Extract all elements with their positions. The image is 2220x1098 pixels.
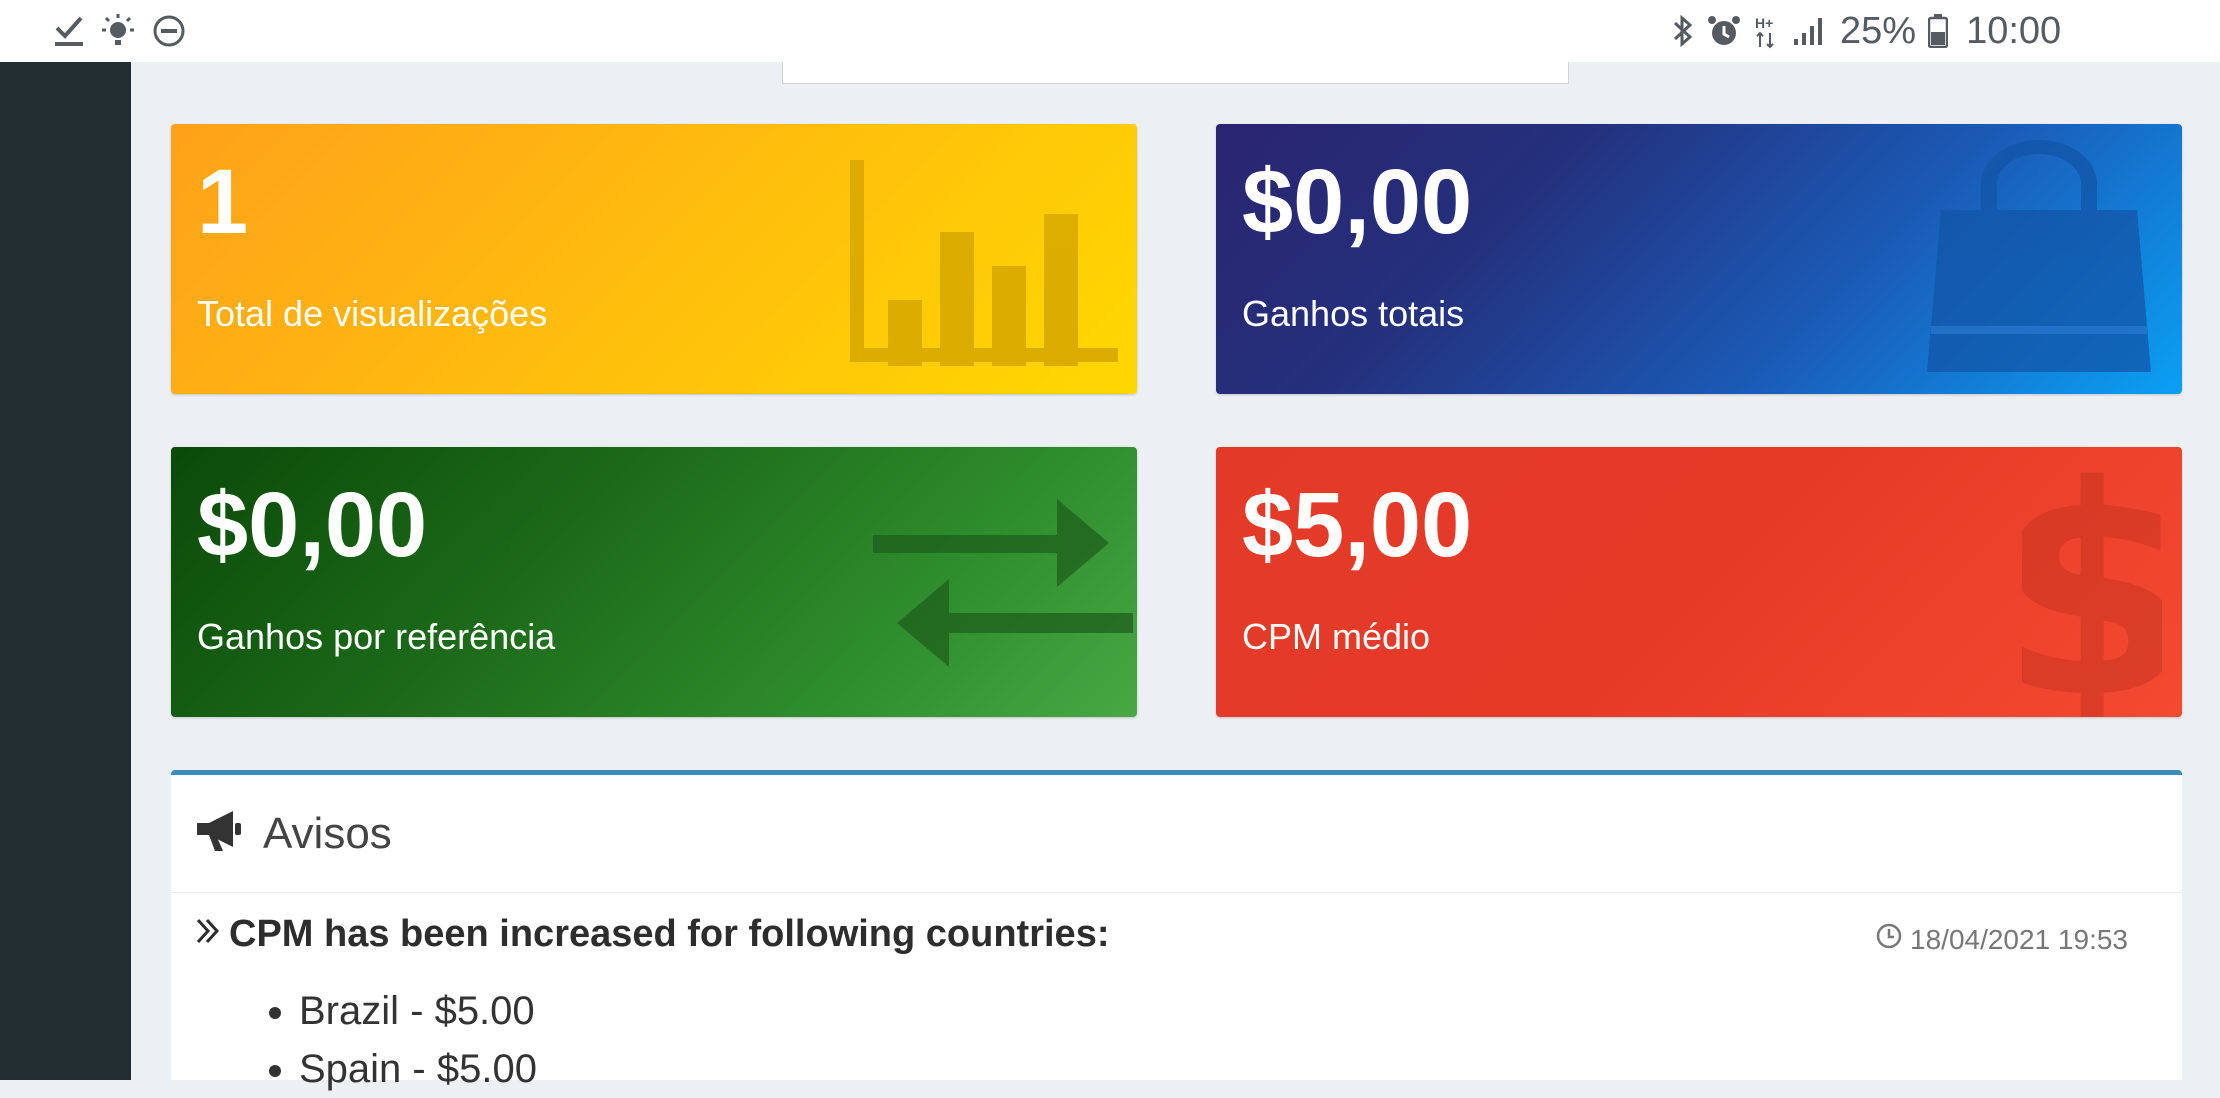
list-item: Brazil - $5.00 <box>299 982 2182 1040</box>
battery-icon <box>1928 14 1949 48</box>
notice-date-text: 18/04/2021 19:53 <box>1910 923 2128 955</box>
status-right-icons: H+ 25% 10:00 <box>1672 0 2061 62</box>
double-chevron-right-icon <box>195 913 221 956</box>
notice-country-list: Brazil - $5.00 Spain - $5.00 <box>195 982 2182 1098</box>
notices-card: Avisos CPM has been increased for follow… <box>171 770 2182 1091</box>
notices-header: Avisos <box>171 775 2182 893</box>
notice-item: CPM has been increased for following cou… <box>171 893 2182 1098</box>
total-views-value: 1 <box>197 151 249 253</box>
megaphone-icon <box>195 809 243 858</box>
clock-time: 10:00 <box>1966 9 2062 52</box>
signal-strength-icon <box>1792 15 1824 47</box>
do-not-disturb-icon <box>152 14 186 48</box>
exchange-arrows-icon <box>873 499 1133 667</box>
list-item: Spain - $5.00 <box>299 1040 2182 1098</box>
download-complete-icon <box>54 14 84 48</box>
notice-date: 18/04/2021 19:53 <box>1876 923 2128 956</box>
bar-chart-icon <box>850 160 1118 366</box>
total-earnings-value: $0,00 <box>1242 151 1473 253</box>
brightness-icon <box>100 13 136 49</box>
sidebar <box>0 62 131 1080</box>
clock-icon <box>1876 923 1902 956</box>
referral-earnings-label: Ganhos por referência <box>197 616 556 657</box>
stat-box-average-cpm[interactable]: $ $5,00 CPM médio <box>1216 447 2182 717</box>
average-cpm-value: $5,00 <box>1242 474 1473 576</box>
network-type-label: H+ <box>1755 15 1773 31</box>
shopping-bag-icon <box>1927 140 2151 372</box>
svg-text:$: $ <box>2022 467 2162 717</box>
stat-box-total-views[interactable]: 1 Total de visualizações <box>171 124 1137 394</box>
referral-earnings-value: $0,00 <box>197 474 428 576</box>
stat-box-referral-earnings[interactable]: $0,00 Ganhos por referência <box>171 447 1137 717</box>
top-panel-edge <box>782 62 1569 84</box>
total-views-label: Total de visualizações <box>197 293 548 334</box>
average-cpm-label: CPM médio <box>1242 616 1431 657</box>
notices-title: Avisos <box>263 808 392 858</box>
status-bar: H+ 25% 10:00 <box>0 0 2220 62</box>
stat-box-total-earnings[interactable]: $0,00 Ganhos totais <box>1216 124 2182 394</box>
bluetooth-icon <box>1672 13 1694 49</box>
network-type-icon: H+ <box>1754 13 1780 49</box>
total-earnings-label: Ganhos totais <box>1242 293 1465 334</box>
alarm-icon <box>1706 13 1742 49</box>
dollar-icon: $ <box>2022 467 2162 717</box>
battery-percent: 25% <box>1840 9 1917 52</box>
notice-title-text: CPM has been increased for following cou… <box>229 913 1110 955</box>
status-left-icons <box>54 0 186 62</box>
